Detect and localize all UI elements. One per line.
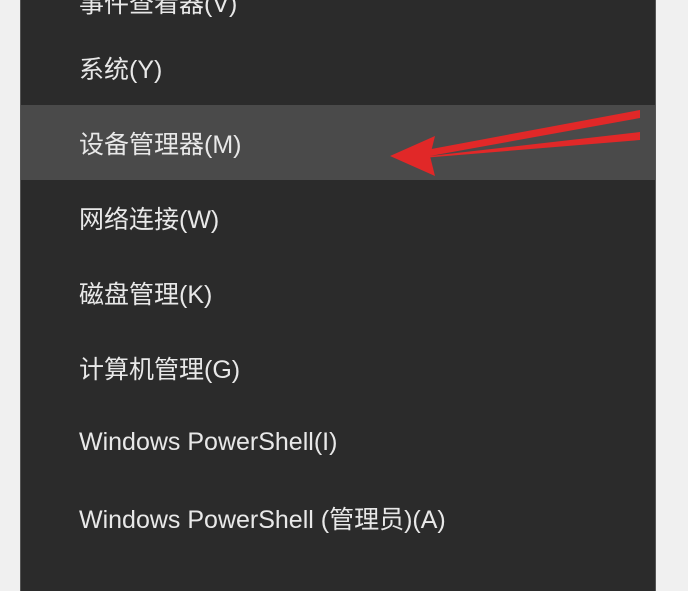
menu-item-system[interactable]: 系统(Y) — [21, 30, 655, 105]
menu-item-label: 设备管理器(M) — [79, 125, 241, 161]
menu-item-label: 系统(Y) — [79, 50, 162, 86]
context-menu: 事件查看器(V) 系统(Y) 设备管理器(M) 网络连接(W) 磁盘管理(K) … — [20, 0, 656, 591]
menu-item-label: 网络连接(W) — [79, 200, 219, 236]
menu-item-powershell[interactable]: Windows PowerShell(I) — [21, 405, 655, 480]
menu-item-event-viewer[interactable]: 事件查看器(V) — [21, 0, 655, 30]
menu-item-label: 事件查看器(V) — [79, 0, 237, 20]
menu-item-computer-management[interactable]: 计算机管理(G) — [21, 330, 655, 405]
menu-item-device-manager[interactable]: 设备管理器(M) — [21, 105, 655, 180]
menu-item-label: 磁盘管理(K) — [79, 275, 212, 311]
menu-item-powershell-admin[interactable]: Windows PowerShell (管理员)(A) — [21, 480, 655, 555]
menu-item-label: Windows PowerShell (管理员)(A) — [79, 500, 446, 536]
menu-item-label: 计算机管理(G) — [79, 350, 240, 386]
menu-item-label: Windows PowerShell(I) — [79, 428, 337, 457]
menu-item-disk-management[interactable]: 磁盘管理(K) — [21, 255, 655, 330]
menu-item-network-connections[interactable]: 网络连接(W) — [21, 180, 655, 255]
